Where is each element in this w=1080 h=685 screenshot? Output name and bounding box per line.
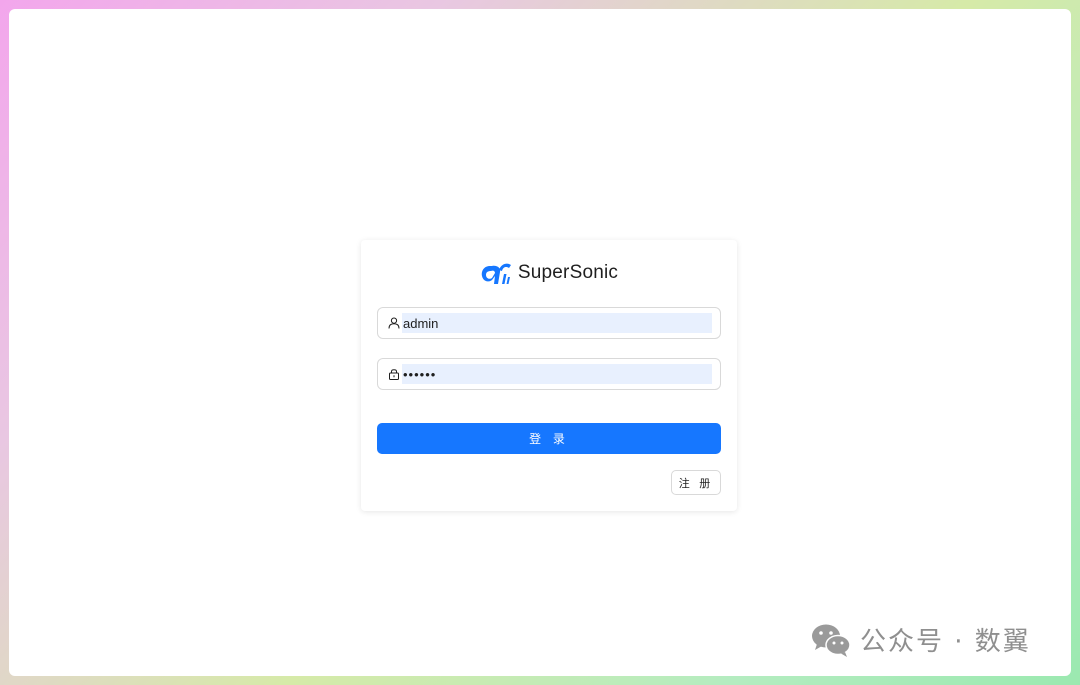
wechat-icon bbox=[812, 624, 851, 657]
password-input[interactable] bbox=[402, 364, 712, 384]
app-window: SuperSonic 登 录 注 册 bbox=[9, 9, 1071, 676]
watermark-text: 公众号 · 数翼 bbox=[860, 627, 1031, 657]
supersonic-logo-icon bbox=[481, 263, 511, 284]
login-card: SuperSonic 登 录 注 册 bbox=[361, 240, 737, 511]
app-name: SuperSonic bbox=[517, 262, 619, 283]
login-button[interactable]: 登 录 bbox=[377, 423, 721, 454]
user-icon bbox=[378, 308, 402, 338]
brand-header: SuperSonic bbox=[361, 260, 737, 286]
username-input[interactable] bbox=[402, 313, 712, 333]
password-field[interactable] bbox=[377, 358, 721, 390]
username-field[interactable] bbox=[377, 307, 721, 339]
watermark: 公众号 · 数翼 bbox=[810, 621, 1031, 658]
register-button[interactable]: 注 册 bbox=[671, 470, 721, 495]
lock-icon bbox=[378, 359, 402, 389]
